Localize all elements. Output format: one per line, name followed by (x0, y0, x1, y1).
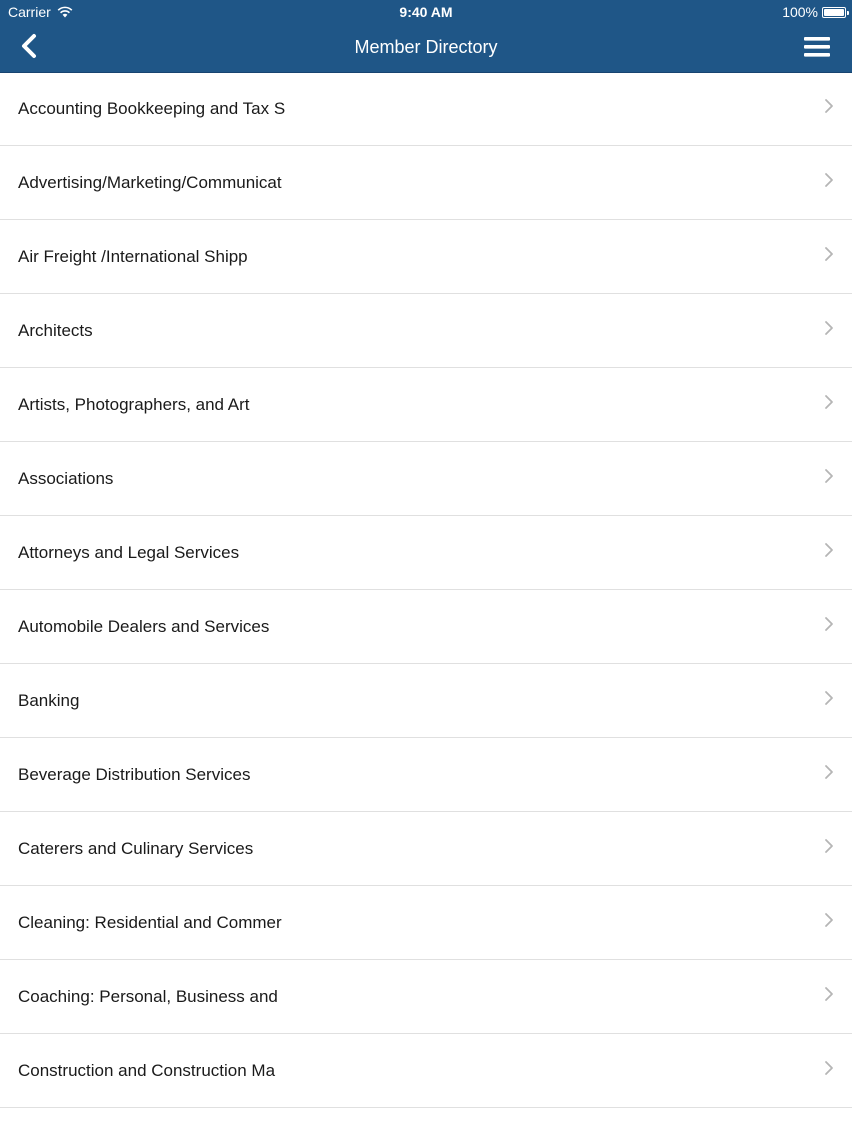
list-item-label: Attorneys and Legal Services (18, 543, 240, 562)
battery-icon (822, 6, 849, 18)
list-item-label: Cleaning: Residential and Commer (18, 913, 282, 932)
chevron-right-icon (825, 395, 833, 409)
list-item[interactable]: Architects (0, 294, 852, 368)
navigation-bar: Member Directory (0, 24, 852, 72)
page-title: Member Directory (354, 37, 498, 57)
list-item-label: Air Freight /International Shipp (18, 247, 248, 266)
menu-button[interactable] (802, 34, 832, 60)
list-item-label: Caterers and Culinary Services (18, 839, 254, 858)
list-item-label: Associations (18, 469, 114, 488)
app-header: Carrier 9:40 AM 100% Member Directory (0, 0, 852, 73)
list-item-label: Beverage Distribution Services (18, 765, 251, 784)
category-list: Accounting Bookkeeping and Tax S Advertis… (0, 72, 852, 1108)
list-item[interactable]: Automobile Dealers and Services (0, 590, 852, 664)
list-item-label: Artists, Photographers, and Art (18, 395, 250, 414)
chevron-right-icon (825, 839, 833, 853)
list-item-label: Coaching: Personal, Business and (18, 987, 278, 1006)
chevron-right-icon (825, 469, 833, 483)
status-right: 100% (782, 0, 849, 24)
list-item[interactable]: Construction and Construction Ma (0, 1034, 852, 1108)
hamburger-menu-icon (804, 37, 830, 57)
list-item-label: Construction and Construction Ma (18, 1061, 276, 1080)
list-item-label: Banking (18, 691, 80, 710)
chevron-right-icon (825, 99, 833, 113)
list-item[interactable]: Associations (0, 442, 852, 516)
list-item[interactable]: Coaching: Personal, Business and (0, 960, 852, 1034)
list-item[interactable]: Artists, Photographers, and Art (0, 368, 852, 442)
chevron-right-icon (825, 617, 833, 631)
status-bar: Carrier 9:40 AM 100% (0, 0, 852, 24)
list-item[interactable]: Accounting Bookkeeping and Tax S (0, 72, 852, 146)
list-item[interactable]: Cleaning: Residential and Commer (0, 886, 852, 960)
list-item[interactable]: Beverage Distribution Services (0, 738, 852, 812)
chevron-right-icon (825, 765, 833, 779)
list-item[interactable]: Banking (0, 664, 852, 738)
list-item-label: Automobile Dealers and Services (18, 617, 270, 636)
list-item[interactable]: Advertising/Marketing/Communicat (0, 146, 852, 220)
list-item-label: Advertising/Marketing/Communicat (18, 173, 282, 192)
list-item-label: Architects (18, 321, 93, 340)
chevron-right-icon (825, 1061, 833, 1075)
chevron-right-icon (825, 691, 833, 705)
chevron-right-icon (825, 913, 833, 927)
chevron-right-icon (825, 173, 833, 187)
chevron-right-icon (825, 987, 833, 1001)
chevron-right-icon (825, 543, 833, 557)
list-item[interactable]: Caterers and Culinary Services (0, 812, 852, 886)
chevron-right-icon (825, 321, 833, 335)
list-item[interactable]: Attorneys and Legal Services (0, 516, 852, 590)
battery-percent: 100% (782, 4, 818, 20)
chevron-right-icon (825, 247, 833, 261)
list-item-label: Accounting Bookkeeping and Tax S (18, 99, 286, 118)
list-item[interactable]: Air Freight /International Shipp (0, 220, 852, 294)
status-time: 9:40 AM (399, 4, 453, 20)
battery-fill (824, 8, 844, 16)
